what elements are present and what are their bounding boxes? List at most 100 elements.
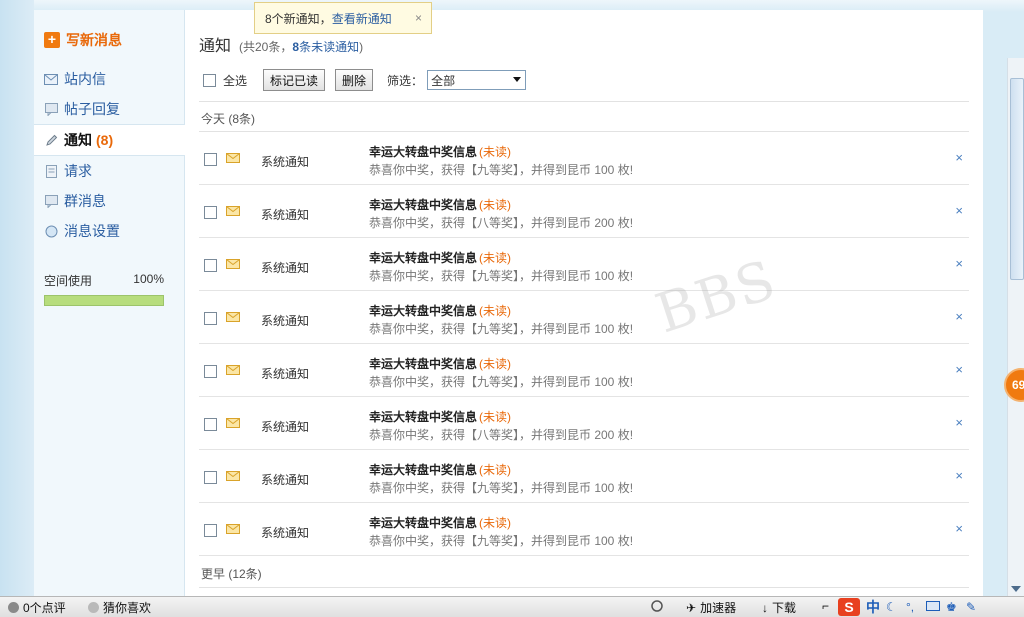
subject-text[interactable]: 幸运大转盘中奖信息	[369, 410, 477, 424]
comment-icon	[8, 602, 19, 613]
notification-subject[interactable]: 幸运大转盘中奖信息 (未读)	[369, 461, 511, 478]
moon-icon[interactable]: ☾	[886, 600, 900, 614]
comments-status[interactable]: 0个点评	[8, 599, 66, 616]
unread-count-badge: (8)	[96, 132, 114, 148]
notification-preview: 恭喜你中奖，获得【九等奖】，并得到昆币 100 枚!	[369, 269, 634, 283]
subject-text[interactable]: 幸运大转盘中奖信息	[369, 516, 477, 530]
delete-notification-icon[interactable]: ×	[955, 468, 963, 483]
refresh-icon[interactable]	[650, 599, 664, 613]
row-checkbox[interactable]	[204, 471, 217, 484]
toolbar: 全选 标记已读 删除 筛选： 全部	[203, 69, 527, 91]
recommendations-status[interactable]: 猜你喜欢	[88, 599, 151, 616]
compose-message-button[interactable]: + 写新消息	[44, 30, 122, 50]
group-header-today: 今天 (8条)	[201, 112, 256, 126]
globe-icon	[44, 224, 58, 238]
row-checkbox[interactable]	[204, 206, 217, 219]
sidebar-item-inbox[interactable]: 站内信	[34, 64, 184, 94]
select-all-label[interactable]: 全选	[223, 72, 247, 89]
screenshot-icon[interactable]: ⌐	[822, 599, 829, 613]
filter-select[interactable]: 全部	[427, 70, 527, 90]
notification-type: 系统通知	[261, 314, 310, 328]
sidebar-item-notifications[interactable]: 通知 (8)	[34, 124, 185, 156]
group-header-earlier: 更早 (12条)	[201, 567, 262, 581]
sidebar-item-requests[interactable]: 请求	[34, 156, 184, 186]
notification-subject[interactable]: 幸运大转盘中奖信息 (未读)	[369, 408, 511, 425]
row-checkbox[interactable]	[204, 418, 217, 431]
notification-subject[interactable]: 幸运大转盘中奖信息 (未读)	[369, 143, 511, 160]
notification-subject[interactable]: 幸运大转盘中奖信息 (未读)	[369, 355, 511, 372]
delete-notification-icon[interactable]: ×	[955, 415, 963, 430]
punctuation-icon[interactable]: °,	[906, 600, 920, 614]
wrench-icon[interactable]: ✎	[966, 600, 980, 614]
view-new-notifications-link[interactable]: 查看新通知	[332, 10, 392, 27]
summary-close: )	[359, 40, 364, 54]
sidebar-nav: 站内信 帖子回复 通知 (8) 请求 群消息 消息设置	[34, 64, 185, 246]
sidebar-item-group-messages[interactable]: 群消息	[34, 186, 184, 216]
delete-notification-icon[interactable]: ×	[955, 309, 963, 324]
notification-row[interactable]: 系统通知 幸运大转盘中奖信息 (未读) 恭喜你中奖，获得【八等奖】，并得到昆币 200…	[199, 397, 969, 450]
notification-preview: 恭喜你中奖，获得【九等奖】，并得到昆币 100 枚!	[369, 375, 634, 389]
subject-text[interactable]: 幸运大转盘中奖信息	[369, 304, 477, 318]
scroll-down-icon[interactable]	[1011, 586, 1021, 592]
notification-row[interactable]: 系统通知 幸运大转盘中奖信息 (未读) 恭喜你中奖，获得【九等奖】，并得到昆币 100…	[199, 291, 969, 344]
notification-row[interactable]: 系统通知 幸运大转盘中奖信息 (未读) 恭喜你中奖，获得【八等奖】，并得到昆币 200…	[199, 185, 969, 238]
subject-text[interactable]: 幸运大转盘中奖信息	[369, 145, 477, 159]
skin-icon[interactable]: ♚	[946, 600, 960, 614]
notification-type: 系统通知	[261, 208, 310, 222]
filter-label: 筛选：	[387, 73, 424, 88]
ime-toolbar: S 中 ☾ °, ♚ ✎	[838, 597, 980, 617]
rocket-icon: ✈	[686, 600, 697, 615]
notification-subject[interactable]: 幸运大转盘中奖信息 (未读)	[369, 249, 511, 266]
notification-row[interactable]: 系统通知 幸运大转盘中奖信息 (未读) 恭喜你中奖，获得【九等奖】，并得到昆币 100…	[199, 132, 969, 185]
sidebar-item-replies[interactable]: 帖子回复	[34, 94, 184, 124]
accelerator-button[interactable]: ✈ 加速器	[686, 599, 736, 616]
subject-text[interactable]: 幸运大转盘中奖信息	[369, 463, 477, 477]
page-header: 通知 (共20条，8条未读通知)	[199, 32, 363, 56]
envelope-icon	[226, 152, 240, 163]
delete-notification-icon[interactable]: ×	[955, 150, 963, 165]
subject-text[interactable]: 幸运大转盘中奖信息	[369, 198, 477, 212]
notification-row[interactable]: 系统通知 幸运大转盘中奖信息 (未读) 恭喜你中奖，获得【九等奖】，并得到昆币 100…	[199, 450, 969, 503]
row-checkbox[interactable]	[204, 524, 217, 537]
comments-label: 0个点评	[23, 601, 66, 615]
mark-read-button[interactable]: 标记已读	[263, 69, 326, 91]
sidebar-item-label: 帖子回复	[64, 101, 120, 117]
notification-subject[interactable]: 幸运大转盘中奖信息 (未读)	[369, 196, 511, 213]
download-button[interactable]: ↓ 下载	[762, 599, 796, 616]
delete-notification-icon[interactable]: ×	[955, 203, 963, 218]
notification-row[interactable]: 系统通知 幸运大转盘中奖信息 (未读) 恭喜你中奖，获得【九等奖】，并得到昆币 100…	[199, 238, 969, 291]
notification-preview: 恭喜你中奖，获得【九等奖】，并得到昆币 100 枚!	[369, 534, 634, 548]
notification-preview: 恭喜你中奖，获得【八等奖】，并得到昆币 200 枚!	[369, 428, 634, 442]
delete-button[interactable]: 删除	[335, 69, 374, 91]
ime-chinese-mode[interactable]: 中	[866, 597, 880, 617]
download-arrow-icon: ↓	[762, 600, 768, 615]
notification-subject[interactable]: 幸运大转盘中奖信息 (未读)	[369, 514, 511, 531]
row-checkbox[interactable]	[204, 312, 217, 325]
notification-row[interactable]: 系统通知 幸运大转盘中奖信息 (未读) 恭喜你中奖，获得【九等奖】，并得到昆币 100…	[199, 503, 969, 556]
unread-link[interactable]: 条未读通知	[299, 40, 359, 54]
delete-notification-icon[interactable]: ×	[955, 362, 963, 377]
scrollbar-thumb[interactable]	[1010, 78, 1024, 280]
sogou-ime-logo[interactable]: S	[838, 598, 860, 616]
sidebar-item-label: 群消息	[64, 193, 106, 209]
sidebar-item-label: 请求	[64, 163, 92, 179]
sidebar-item-label: 消息设置	[64, 223, 120, 239]
envelope-icon	[226, 205, 240, 216]
keyboard-icon[interactable]	[926, 600, 940, 614]
page-scrollbar[interactable]	[1007, 58, 1024, 596]
delete-notification-icon[interactable]: ×	[955, 256, 963, 271]
sidebar-item-label: 站内信	[64, 71, 106, 87]
select-all-checkbox[interactable]	[203, 73, 216, 87]
notification-subject[interactable]: 幸运大转盘中奖信息 (未读)	[369, 302, 511, 319]
sidebar-item-message-settings[interactable]: 消息设置	[34, 216, 184, 246]
row-checkbox[interactable]	[204, 365, 217, 378]
row-checkbox[interactable]	[204, 153, 217, 166]
row-checkbox[interactable]	[204, 259, 217, 272]
notification-type: 系统通知	[261, 261, 310, 275]
close-icon[interactable]: ×	[415, 11, 422, 25]
sidebar: + 写新消息 站内信 帖子回复 通知 (8) 请求 群消息 消息设置 空间使用 …	[34, 10, 185, 596]
subject-text[interactable]: 幸运大转盘中奖信息	[369, 357, 477, 371]
delete-notification-icon[interactable]: ×	[955, 521, 963, 536]
subject-text[interactable]: 幸运大转盘中奖信息	[369, 251, 477, 265]
notification-row[interactable]: 系统通知 幸运大转盘中奖信息 (未读) 恭喜你中奖，获得【九等奖】，并得到昆币 100…	[199, 344, 969, 397]
